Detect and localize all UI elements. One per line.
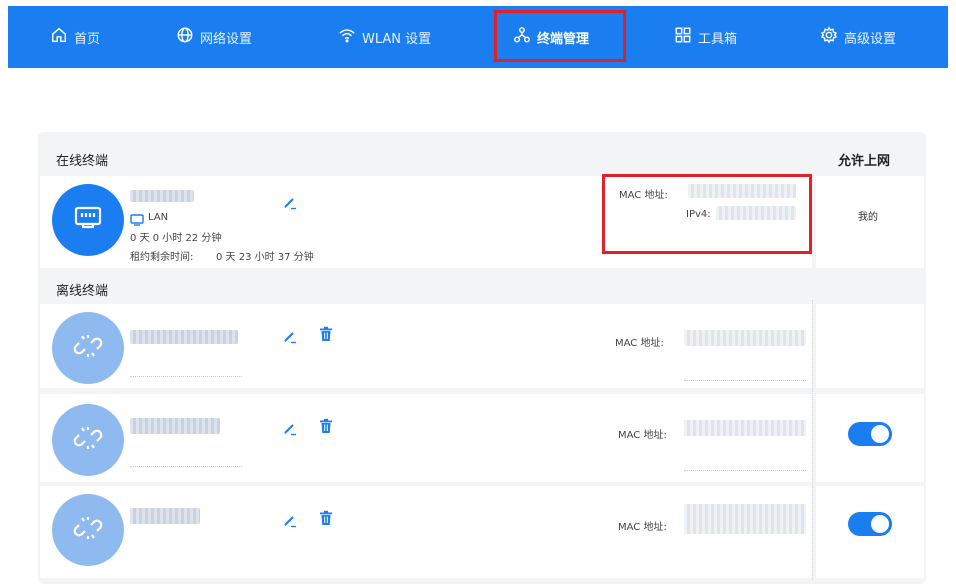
allow-internet-toggle[interactable] — [848, 512, 892, 536]
row-divider — [130, 466, 242, 467]
network-nodes-icon — [513, 26, 531, 48]
nav-item-label: 工具箱 — [698, 31, 738, 47]
nav-item-label: 首页 — [74, 31, 101, 47]
delete-trash-icon[interactable] — [318, 326, 334, 342]
row-divider — [684, 470, 806, 471]
edit-name-icon[interactable] — [282, 420, 298, 436]
mac-address-label: MAC 地址: — [615, 338, 664, 349]
mac-address-label: MAC 地址: — [618, 522, 667, 533]
gear-icon — [820, 26, 838, 48]
device-avatar — [52, 404, 124, 476]
nav-item-label: 终端管理 — [537, 31, 590, 47]
offline-section-title: 离线终端 — [56, 284, 109, 299]
lan-monitor-icon — [130, 211, 144, 226]
device-name-redacted — [130, 190, 194, 202]
nav-item-home[interactable]: 首页 — [50, 6, 100, 68]
offline-device-allow-cell — [816, 304, 924, 388]
edit-name-icon[interactable] — [282, 328, 298, 344]
nav-item-label: 高级设置 — [844, 31, 897, 47]
edit-name-icon[interactable] — [282, 512, 298, 528]
nav-item-wlan-settings[interactable]: WLAN 设置 — [338, 6, 431, 68]
toolbox-icon — [674, 26, 692, 48]
delete-trash-icon[interactable] — [318, 510, 334, 526]
broken-link-icon — [71, 421, 105, 459]
column-divider — [812, 300, 813, 580]
mac-address-redacted — [684, 504, 806, 534]
home-icon — [50, 26, 68, 48]
connection-type: LAN — [148, 212, 169, 223]
offline-device-row — [40, 394, 812, 482]
wifi-icon — [338, 26, 356, 48]
mac-address-redacted — [688, 184, 796, 198]
nav-item-advanced-settings[interactable]: 高级设置 — [820, 6, 896, 68]
nav-item-label: WLAN 设置 — [362, 31, 432, 47]
device-name-redacted — [130, 418, 220, 434]
broken-link-icon — [71, 511, 105, 549]
nav-item-network-settings[interactable]: 网络设置 — [176, 6, 252, 68]
device-avatar — [52, 312, 124, 384]
delete-trash-icon[interactable] — [318, 418, 334, 434]
mac-address-redacted — [684, 420, 806, 436]
broken-link-icon — [71, 329, 105, 367]
online-section-title: 在线终端 — [56, 154, 109, 169]
allow-internet-toggle[interactable] — [848, 422, 892, 446]
nav-item-label: 网络设置 — [200, 31, 253, 47]
top-nav-bar: 首页 网络设置 WLAN 设置 终端管理 工具箱 高级设置 — [8, 6, 948, 68]
device-avatar — [52, 184, 124, 256]
globe-icon — [176, 26, 194, 48]
mac-address-label: MAC 地址: — [619, 190, 668, 201]
allow-status-text: 我的 — [858, 212, 878, 223]
ipv4-label: IPv4: — [686, 209, 711, 220]
row-divider — [684, 380, 806, 381]
ipv4-address-redacted — [716, 206, 796, 220]
edit-name-icon[interactable] — [282, 194, 298, 210]
lease-remaining-value: 0 天 23 小时 37 分钟 — [216, 252, 314, 263]
device-name-redacted — [130, 508, 200, 524]
allow-internet-column-header: 允许上网 — [838, 154, 891, 169]
mac-address-redacted — [684, 330, 806, 346]
nav-item-toolbox[interactable]: 工具箱 — [674, 6, 737, 68]
device-name-redacted — [130, 330, 238, 344]
ethernet-port-icon — [71, 201, 105, 239]
lease-remaining-label: 租约剩余时间: — [130, 252, 194, 263]
device-avatar — [52, 494, 124, 566]
nav-item-terminal-management[interactable]: 终端管理 — [513, 6, 589, 68]
row-divider — [130, 376, 242, 377]
online-duration: 0 天 0 小时 22 分钟 — [130, 233, 222, 244]
mac-address-label: MAC 地址: — [618, 430, 667, 441]
